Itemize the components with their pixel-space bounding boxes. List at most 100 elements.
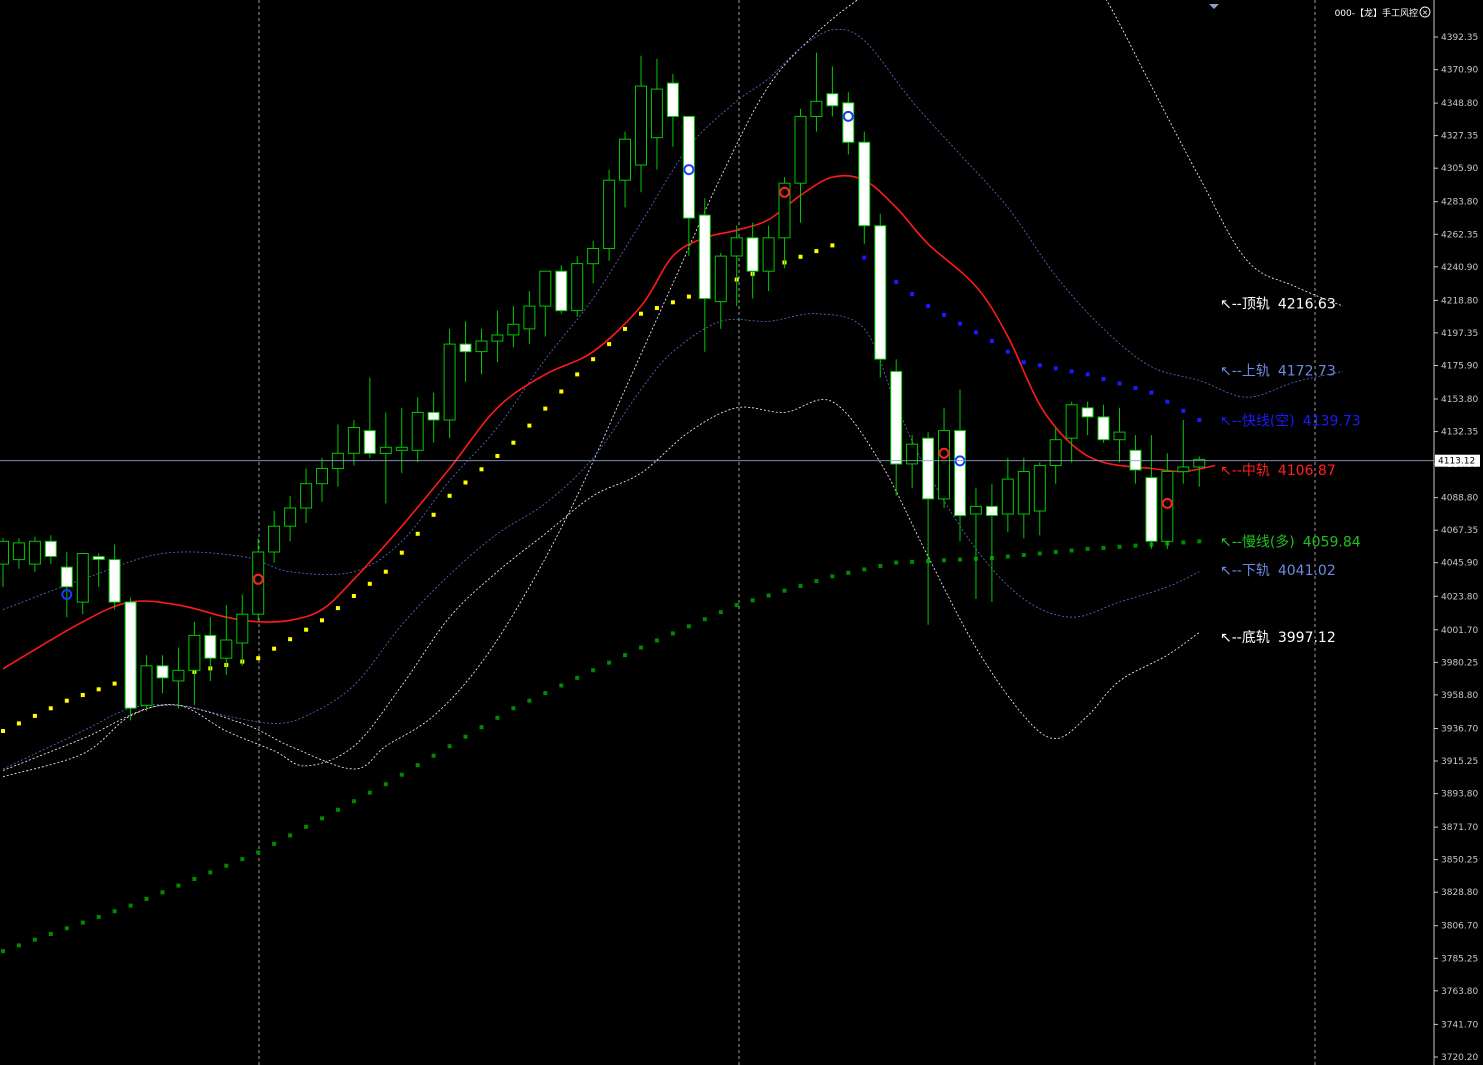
fast-line-dot-bull (543, 406, 548, 411)
price-tick-label: 4001.70 (1441, 626, 1478, 636)
candle-body-bull (714, 255, 727, 303)
candle-body-bear (1145, 477, 1158, 542)
slow-line-dot (431, 753, 436, 758)
price-tick-label: 3720.20 (1441, 1053, 1478, 1063)
current-price-label: 4113.12 (1438, 457, 1475, 467)
price-tick-label: 4305.90 (1441, 164, 1478, 174)
fast-line-dot-bear (862, 255, 867, 260)
candle-body-bear (156, 665, 169, 679)
chart-window: ↖--顶轨 4216.63 ↖--上轨 4172.73 ↖--快线(空) 4139.73 ↖… (0, 0, 1483, 1065)
slow-line-dot (399, 772, 404, 777)
slow-line-dot (734, 603, 739, 608)
candle-body-bear (698, 214, 711, 300)
legend-name: ↖--顶轨 (1220, 297, 1270, 313)
legend-name: ↖--上轨 (1220, 363, 1270, 379)
candle-body-bull (395, 446, 408, 451)
fast-line-dot-bull (511, 440, 516, 445)
candle-body-bear (108, 559, 121, 603)
price-tick-label: 4197.35 (1441, 329, 1478, 339)
close-glyph[interactable]: ✕ (1422, 9, 1428, 17)
price-tick-label: 4262.35 (1441, 230, 1478, 240)
fast-line-dot-bear (1181, 408, 1186, 413)
slow-line-dot (1005, 554, 1010, 559)
price-tick-label: 4370.90 (1441, 66, 1478, 76)
price-axis: 4392.35 4370.90 4348.80 4327.35 4305.90 4283.… (1433, 0, 1483, 1065)
price-tick-label: 3850.25 (1441, 856, 1478, 866)
legend-label: ↖--慢线(多) 4059.84 (1220, 534, 1361, 551)
fast-line-dot-bull (479, 467, 484, 472)
slow-line-dot (16, 943, 21, 948)
candle-body-bull (603, 179, 616, 249)
candle-body-bull (571, 263, 584, 312)
fast-line-dot-bull (575, 372, 580, 377)
price-tick-label: 4175.90 (1441, 362, 1478, 372)
legend-name: ↖--快线(空) (1220, 413, 1295, 429)
candle-body-bear (890, 370, 903, 465)
candle-body-bear (555, 270, 568, 312)
slow-line-dot (830, 574, 835, 579)
fast-line-dot-bull (527, 423, 532, 428)
fast-line-dot-bull (304, 627, 309, 632)
price-tick-label: 3893.80 (1441, 790, 1478, 800)
price-tick-label: 4240.90 (1441, 263, 1478, 273)
slow-line-dot (495, 715, 500, 720)
fast-line-dot-bear (894, 279, 899, 284)
slow-line-dot (304, 824, 309, 829)
fast-line-dot-bull (415, 531, 420, 536)
candle-body-bull (12, 542, 25, 561)
candle-body-bear (459, 343, 472, 353)
slow-line-dot (1181, 540, 1186, 545)
candle-body-bear (922, 437, 935, 500)
slow-line-dot (894, 560, 899, 565)
legend-label: ↖--顶轨 4216.63 (1220, 297, 1336, 313)
candle-body-bear (1129, 449, 1142, 471)
fast-line-dot-bear (1069, 369, 1074, 374)
slow-line-dot (1053, 550, 1058, 554)
slow-line-dot (958, 557, 962, 562)
slow-line-dot (176, 883, 181, 888)
fast-line-dot-bull (1, 729, 5, 733)
legend-value: 3997.12 (1278, 630, 1336, 646)
candle-body-bull (523, 305, 536, 330)
candle-body-bull (76, 553, 89, 603)
price-tick-label: 4348.80 (1441, 99, 1478, 109)
candle-body-bull (236, 613, 249, 644)
fast-line-dot-bear (1197, 417, 1202, 422)
price-tick-label: 3871.70 (1441, 823, 1478, 833)
candle-body-bull (635, 85, 647, 166)
fast-line-dot-bear (1133, 386, 1138, 391)
slow-line-dot (64, 926, 69, 931)
legend-label: ↖--上轨 4172.73 (1220, 363, 1336, 379)
candle-body-bull (1001, 478, 1014, 515)
candle-body-bull (188, 634, 201, 671)
slow-line-dot (383, 782, 388, 787)
candle-body-bull (491, 334, 504, 342)
candle-body-bull (1113, 431, 1126, 441)
slow-line-dot (367, 790, 372, 795)
candle-body-bull (587, 248, 600, 265)
fast-line-dot-bull (814, 249, 819, 254)
slow-line-dot (1, 949, 5, 954)
legend-name: ↖--中轨 (1220, 463, 1270, 479)
legend-name: ↖--下轨 (1220, 563, 1270, 579)
slow-line-dot (798, 583, 803, 588)
chart-background (0, 0, 1483, 1065)
candle-body-bear (842, 102, 855, 143)
candle-body-bull (379, 446, 392, 454)
candle-body-bear (44, 540, 57, 557)
candle-body-bear (826, 93, 839, 107)
candle-body-bull (650, 88, 663, 139)
slow-line-dot (48, 932, 53, 936)
candle-body-bull (507, 323, 520, 336)
fast-line-dot-bull (112, 681, 117, 686)
candlestick-chart[interactable]: ↖--顶轨 4216.63↖--上轨 4172.73↖--快线(空) 4139.73↖… (0, 0, 1483, 1065)
candle-body-bear (858, 141, 871, 227)
fast-line-dot-bear (973, 330, 978, 335)
fast-line-dot-bull (48, 706, 53, 711)
candle-body-bull (316, 468, 328, 485)
legend-label: ↖--中轨 4106.87 (1220, 463, 1336, 479)
window-title: 000-【龙】手工风控 (1335, 7, 1418, 19)
fast-line-dot-bear (1101, 377, 1106, 381)
fast-line-dot-bull (367, 581, 372, 586)
price-tick-label: 3915.25 (1441, 757, 1478, 767)
